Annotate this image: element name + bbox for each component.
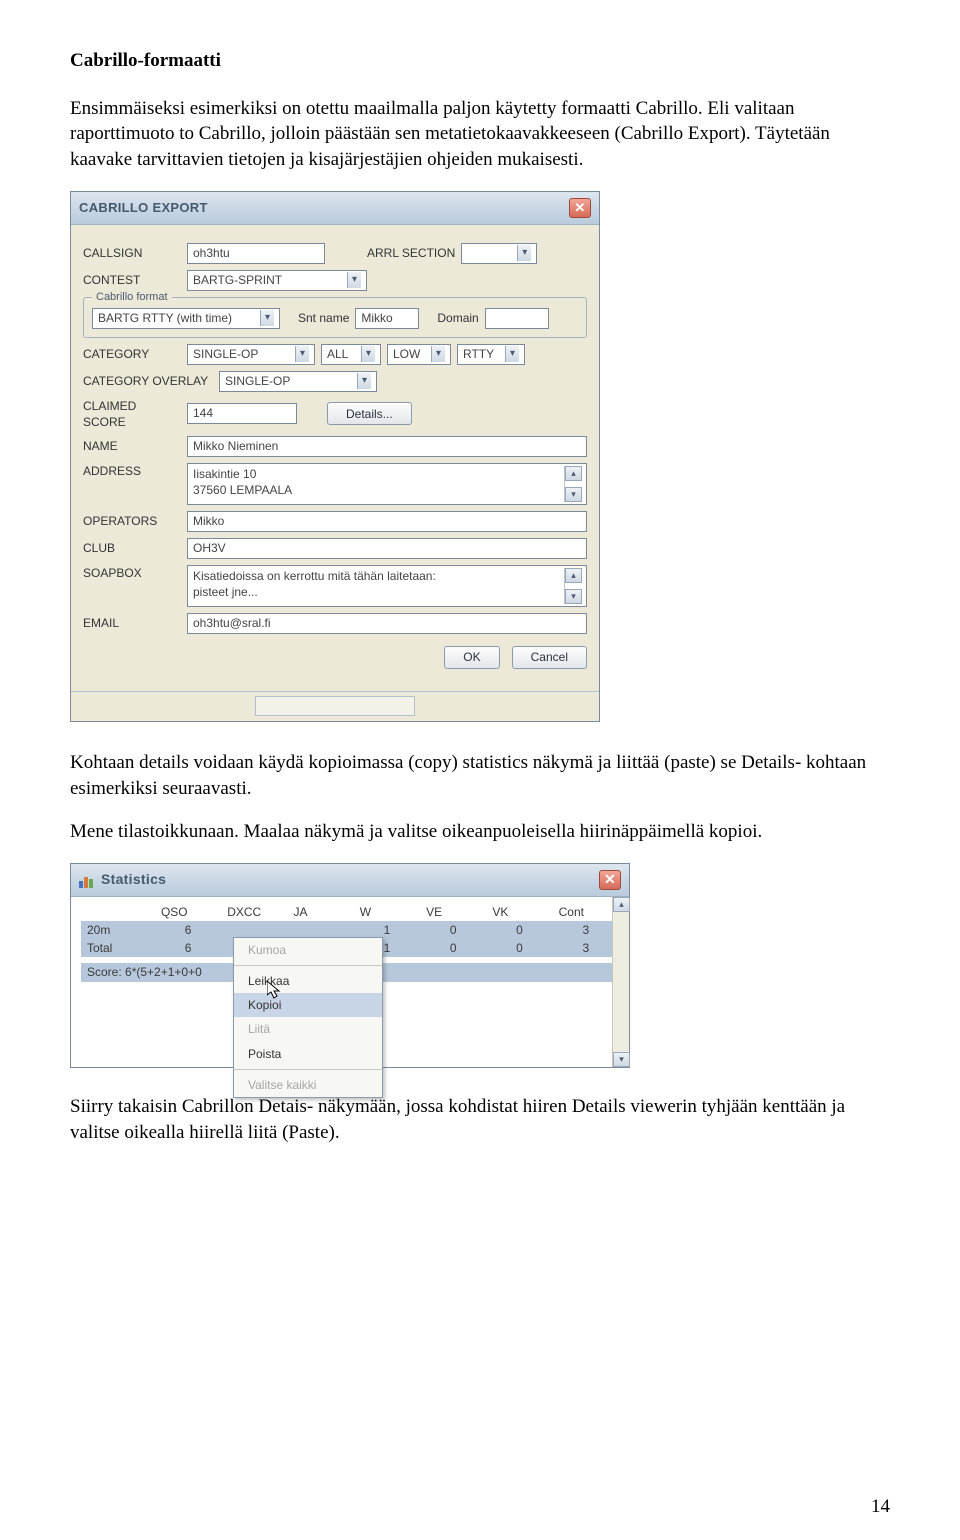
ok-button[interactable]: OK (444, 646, 499, 669)
contest-select[interactable]: BARTG-SPRINT▾ (187, 270, 367, 291)
menu-kumoa: Kumoa (234, 938, 382, 962)
category-band-select[interactable]: ALL▾ (321, 344, 381, 365)
category-power-select[interactable]: LOW▾ (387, 344, 451, 365)
email-label: EMAIL (83, 615, 181, 631)
category-overlay-label: CATEGORY OVERLAY (83, 373, 213, 389)
menu-leikkaa[interactable]: Leikkaa (234, 969, 382, 993)
stats-titlebar[interactable]: Statistics ✕ (71, 864, 629, 897)
heading-cabrillo: Cabrillo-formaatti (70, 48, 890, 74)
chevron-down-icon: ▾ (347, 272, 361, 288)
claimed-score-input[interactable]: 144 (187, 403, 297, 424)
close-icon[interactable]: ✕ (569, 198, 591, 218)
groupbox-title: Cabrillo format (92, 290, 172, 305)
scrollbar[interactable]: ▴ ▾ (612, 897, 629, 1067)
chevron-down-icon: ▾ (295, 346, 309, 362)
domain-label: Domain (437, 310, 478, 326)
contest-label: CONTEST (83, 272, 181, 288)
statistics-window: Statistics ✕ QSO DXCC JA W VE VK Cont 20… (70, 863, 630, 1068)
context-menu: Kumoa Leikkaa Kopioi Liitä Poista Valits… (233, 937, 383, 1098)
menu-poista[interactable]: Poista (234, 1042, 382, 1066)
dialog-titlebar[interactable]: CABRILLO EXPORT ✕ (71, 192, 599, 225)
category-overlay-select[interactable]: SINGLE-OP▾ (219, 371, 377, 392)
chevron-down-icon: ▾ (260, 310, 274, 326)
scroll-down-icon[interactable]: ▾ (565, 487, 582, 502)
scroll-down-icon[interactable]: ▾ (565, 589, 582, 604)
chevron-down-icon: ▾ (357, 373, 371, 389)
address-textarea[interactable]: Iisakintie 10 37560 LEMPAALA ▴ ▾ (187, 463, 587, 505)
arrl-section-select[interactable]: ▾ (461, 243, 537, 264)
soapbox-label: SOAPBOX (83, 565, 181, 581)
dialog-title: CABRILLO EXPORT (79, 199, 208, 217)
cursor-icon (267, 981, 283, 1001)
sntname-label: Snt name (298, 310, 349, 326)
chevron-down-icon: ▾ (361, 346, 375, 362)
address-label: ADDRESS (83, 463, 181, 479)
details-button[interactable]: Details... (327, 402, 412, 425)
name-input[interactable]: Mikko Nieminen (187, 436, 587, 457)
instruction-paragraph: Mene tilastoikkunaan. Maalaa näkymä ja v… (70, 819, 890, 845)
close-icon[interactable]: ✕ (599, 870, 621, 890)
scrollbar[interactable]: ▴ ▾ (564, 466, 581, 502)
chevron-down-icon: ▾ (505, 346, 519, 362)
name-label: NAME (83, 438, 181, 454)
category-main-select[interactable]: SINGLE-OP▾ (187, 344, 315, 365)
category-mode-select[interactable]: RTTY▾ (457, 344, 525, 365)
chart-icon (79, 872, 95, 888)
claimed-score-label: CLAIMED SCORE (83, 398, 181, 430)
chevron-down-icon: ▾ (431, 346, 445, 362)
menu-kopioi[interactable]: Kopioi (234, 993, 382, 1017)
cabrillo-format-select[interactable]: BARTG RTTY (with time)▾ (92, 308, 280, 329)
arrl-section-label: ARRL SECTION (367, 245, 455, 261)
cancel-button[interactable]: Cancel (512, 646, 587, 669)
dialog-footer (71, 691, 599, 721)
sntname-input[interactable]: Mikko (355, 308, 419, 329)
email-input[interactable]: oh3htu@sral.fi (187, 613, 587, 634)
operators-label: OPERATORS (83, 513, 181, 529)
cabrillo-export-dialog: CABRILLO EXPORT ✕ CALLSIGN oh3htu ARRL S… (70, 191, 600, 722)
callsign-input[interactable]: oh3htu (187, 243, 325, 264)
scroll-down-icon[interactable]: ▾ (613, 1052, 630, 1067)
menu-liita: Liitä (234, 1017, 382, 1041)
stats-header-row: QSO DXCC JA W VE VK Cont (81, 903, 619, 921)
scrollbar[interactable]: ▴ ▾ (564, 568, 581, 604)
domain-input[interactable] (485, 308, 549, 329)
scroll-up-icon[interactable]: ▴ (613, 897, 630, 912)
soapbox-textarea[interactable]: Kisatiedoissa on kerrottu mitä tähän lai… (187, 565, 587, 607)
menu-valitse-kaikki: Valitse kaikki (234, 1073, 382, 1097)
callsign-label: CALLSIGN (83, 245, 181, 261)
details-paragraph: Kohtaan details voidaan käydä kopioimass… (70, 750, 890, 801)
stats-title: Statistics (101, 870, 166, 889)
scroll-up-icon[interactable]: ▴ (565, 568, 582, 583)
cabrillo-format-groupbox: Cabrillo format BARTG RTTY (with time)▾ … (83, 297, 587, 338)
club-input[interactable]: OH3V (187, 538, 587, 559)
intro-paragraph: Ensimmäiseksi esimerkiksi on otettu maai… (70, 96, 890, 173)
scroll-up-icon[interactable]: ▴ (565, 466, 582, 481)
operators-input[interactable]: Mikko (187, 511, 587, 532)
chevron-down-icon: ▾ (517, 245, 531, 261)
page-number: 14 (871, 1494, 890, 1520)
club-label: CLUB (83, 540, 181, 556)
final-paragraph: Siirry takaisin Cabrillon Detais- näkymä… (70, 1094, 890, 1145)
category-label: CATEGORY (83, 346, 181, 362)
